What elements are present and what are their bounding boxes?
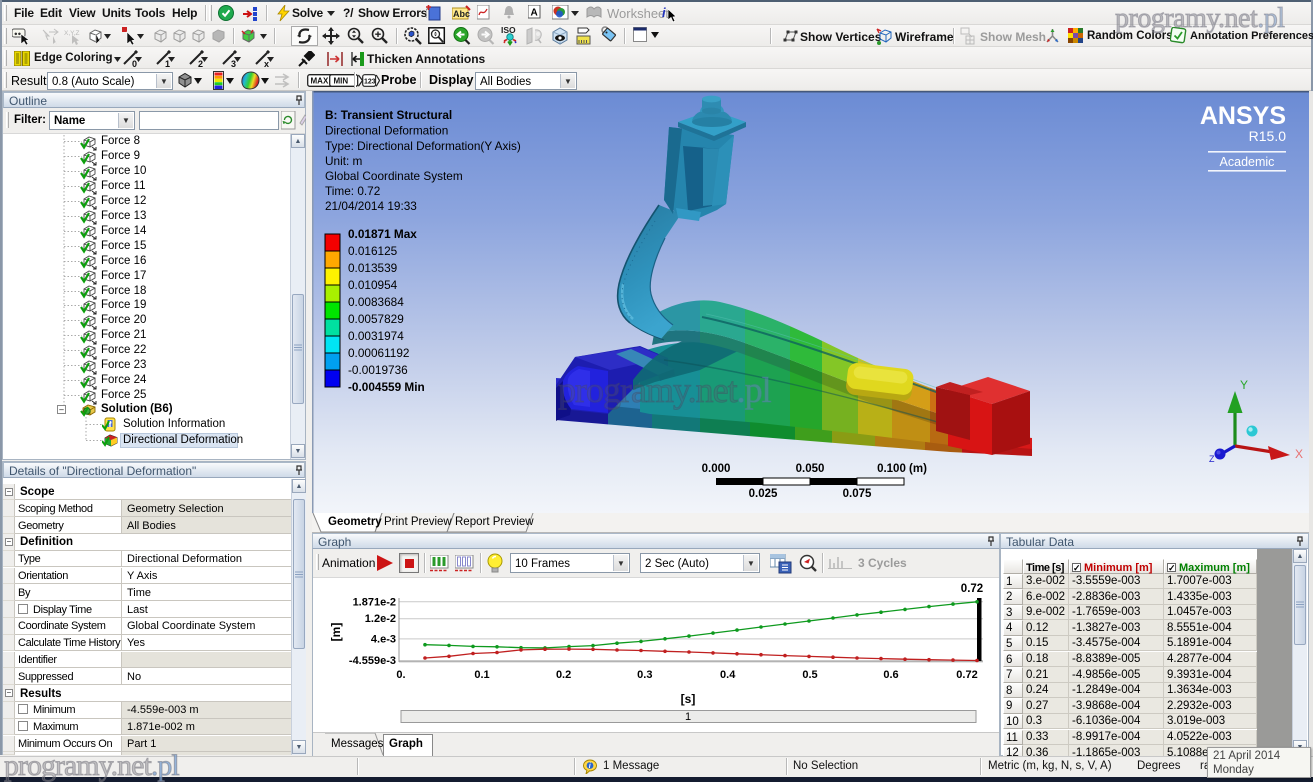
svg-text:0.0031974: 0.0031974	[348, 329, 404, 343]
svg-text:0.100 (m): 0.100 (m)	[877, 463, 927, 475]
svg-text:0.: 0.	[396, 669, 405, 681]
svg-text:4.e-3: 4.e-3	[371, 633, 396, 645]
svg-text:R15.0: R15.0	[1249, 128, 1287, 144]
svg-text:Academic: Academic	[1220, 155, 1275, 169]
svg-text:Time: 0.72: Time: 0.72	[325, 184, 380, 198]
svg-text:Type: Directional Deformation(: Type: Directional Deformation(Y Axis)	[325, 139, 521, 153]
svg-text:Z: Z	[1209, 454, 1215, 464]
svg-text:-0.0019736: -0.0019736	[348, 363, 408, 377]
svg-text:0.00061192: 0.00061192	[348, 346, 409, 360]
svg-text:A: A	[531, 8, 538, 19]
svg-text:0.050: 0.050	[796, 463, 825, 475]
svg-text:-4.559e-3: -4.559e-3	[349, 655, 396, 667]
svg-text:[m]: [m]	[329, 623, 343, 642]
svg-text:0.72: 0.72	[956, 669, 977, 681]
svg-text:0.0083684: 0.0083684	[348, 295, 404, 309]
svg-text:0.025: 0.025	[749, 488, 778, 500]
svg-text:X,Y,Z: X,Y,Z	[64, 30, 79, 37]
svg-text:●●: ●●	[14, 32, 22, 38]
svg-text:MIN: MIN	[334, 77, 349, 86]
svg-text:123: 123	[364, 78, 376, 85]
svg-text:0.013539: 0.013539	[348, 261, 397, 275]
svg-text:0.3: 0.3	[637, 669, 652, 681]
svg-text:B: Transient Structural: B: Transient Structural	[325, 108, 452, 122]
svg-text:X: X	[1295, 447, 1303, 461]
svg-text:1.2e-2: 1.2e-2	[365, 613, 396, 625]
svg-text:ANSYS: ANSYS	[1200, 102, 1286, 130]
svg-text:0.016125: 0.016125	[348, 244, 398, 258]
svg-text:0.0057829: 0.0057829	[348, 312, 404, 326]
svg-text:0.2: 0.2	[556, 669, 571, 681]
svg-text:Directional Deformation: Directional Deformation	[325, 124, 448, 138]
svg-text:programy.net.pl: programy.net.pl	[558, 370, 772, 410]
svg-text:0.010954: 0.010954	[348, 278, 398, 292]
svg-text:0.000: 0.000	[702, 463, 731, 475]
svg-text:21/04/2014 19:33: 21/04/2014 19:33	[325, 199, 417, 213]
svg-text:Abc: Abc	[453, 9, 470, 19]
svg-text:1: 1	[685, 711, 691, 723]
svg-text:[s]: [s]	[681, 692, 696, 706]
svg-text:0.1: 0.1	[474, 669, 489, 681]
svg-text:1.871e-2: 1.871e-2	[353, 596, 396, 608]
svg-text:0.4: 0.4	[720, 669, 736, 681]
svg-text:Unit: m: Unit: m	[325, 154, 363, 168]
svg-text:MAX: MAX	[311, 77, 329, 86]
svg-text:0.5: 0.5	[802, 669, 817, 681]
svg-text:0.6: 0.6	[883, 669, 898, 681]
svg-text:Global Coordinate System: Global Coordinate System	[325, 169, 463, 183]
svg-text:0.075: 0.075	[843, 488, 872, 500]
svg-text:0.72: 0.72	[961, 583, 983, 595]
svg-text:Y: Y	[1240, 378, 1248, 392]
svg-text:-0.004559 Min: -0.004559 Min	[348, 380, 425, 394]
svg-text:0.01871 Max: 0.01871 Max	[348, 227, 417, 241]
